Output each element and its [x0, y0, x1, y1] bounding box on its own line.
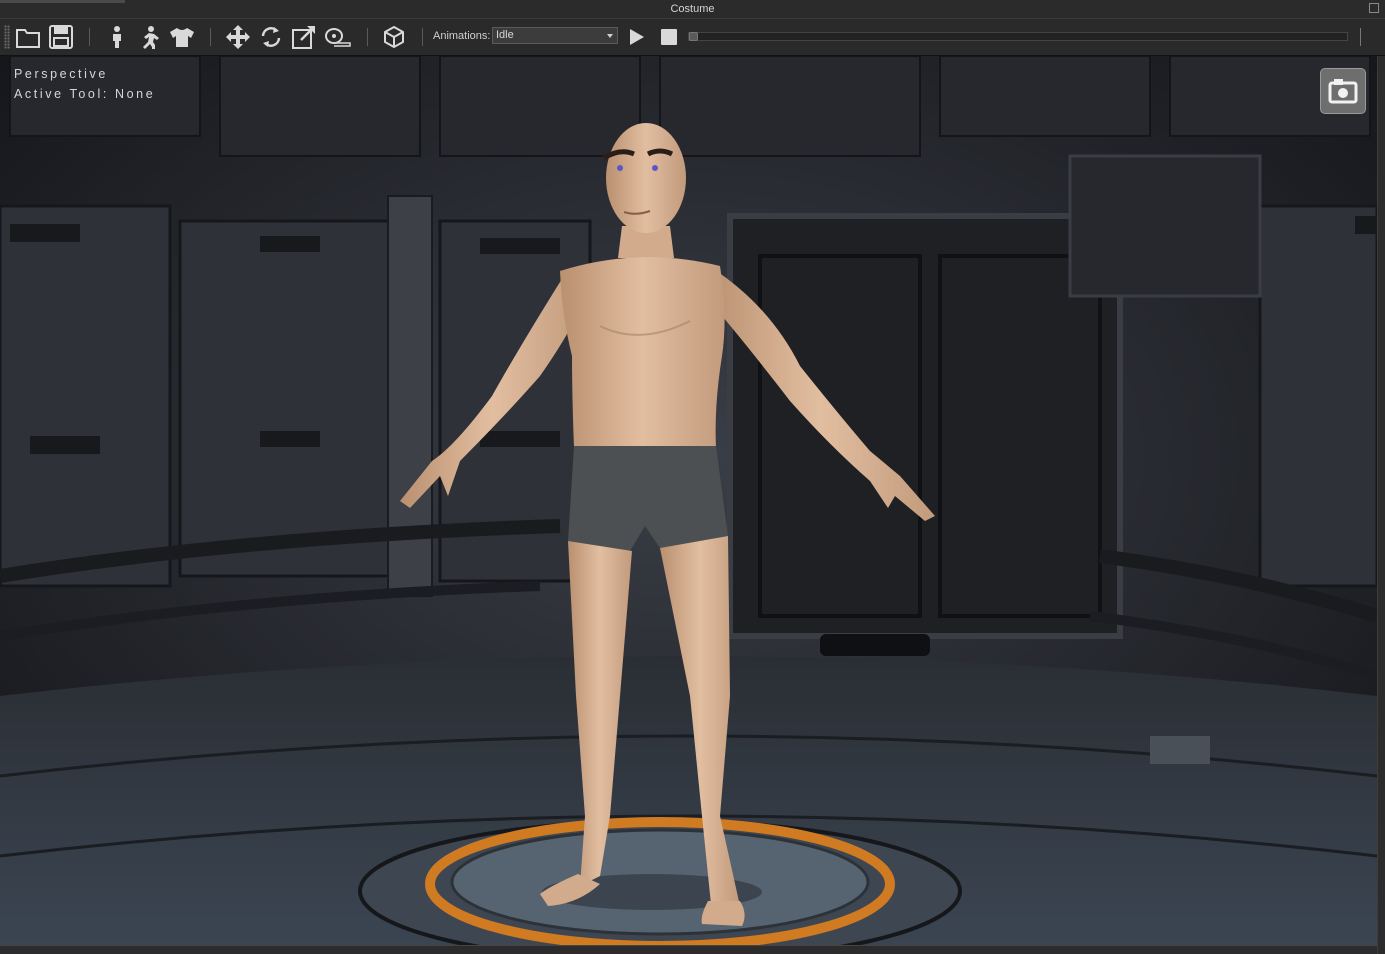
pose-running-button[interactable]	[135, 23, 163, 51]
undock-button[interactable]	[1369, 3, 1379, 13]
play-button[interactable]	[622, 23, 650, 51]
scale-tool-button[interactable]	[290, 23, 318, 51]
toolbar-separator	[89, 28, 90, 46]
view-mode-label: Perspective	[14, 67, 108, 81]
camera-icon	[1328, 79, 1358, 104]
right-scroll-edge	[1377, 56, 1385, 954]
toolbar-separator	[210, 28, 211, 46]
animations-label: Animations:	[433, 30, 491, 42]
tape-measure-icon	[325, 28, 351, 47]
stop-icon	[661, 29, 677, 45]
animation-selected-value: Idle	[496, 29, 514, 41]
scale-icon	[292, 26, 315, 49]
standing-figure-icon	[113, 26, 121, 48]
rotate-icon	[261, 27, 281, 47]
toolbar-end-separator	[1360, 28, 1361, 46]
rotate-tool-button[interactable]	[257, 23, 285, 51]
window-titlebar: Costume	[0, 0, 1385, 19]
toolbar-grip[interactable]	[4, 25, 10, 49]
folder-icon	[16, 29, 40, 48]
cube-icon	[384, 26, 404, 48]
toolbar: Animations: Idle	[0, 19, 1385, 56]
stop-button[interactable]	[655, 23, 683, 51]
bottom-edge	[0, 945, 1377, 954]
active-tool-label: Active Tool: None	[14, 87, 156, 101]
view-cube-button[interactable]	[380, 23, 408, 51]
animation-select[interactable]: Idle	[492, 27, 618, 44]
window-title: Costume	[670, 3, 715, 15]
move-arrows-icon	[226, 25, 250, 49]
animation-timeline[interactable]	[688, 32, 1348, 41]
play-icon	[630, 29, 644, 45]
shirt-icon	[170, 28, 194, 47]
timeline-scrubber[interactable]	[689, 32, 698, 41]
3d-viewport[interactable]: Perspective Active Tool: None	[0, 56, 1377, 945]
scene-render	[0, 56, 1377, 945]
costume-button[interactable]	[168, 23, 196, 51]
toolbar-separator	[422, 28, 423, 46]
save-button[interactable]	[47, 23, 75, 51]
move-tool-button[interactable]	[224, 23, 252, 51]
running-figure-icon	[143, 26, 159, 49]
chevron-down-icon	[607, 34, 613, 38]
pose-standing-button[interactable]	[103, 23, 131, 51]
open-folder-button[interactable]	[14, 23, 42, 51]
measure-tool-button[interactable]	[324, 23, 352, 51]
screenshot-button[interactable]	[1320, 68, 1366, 114]
save-icon	[49, 25, 73, 49]
toolbar-separator	[367, 28, 368, 46]
